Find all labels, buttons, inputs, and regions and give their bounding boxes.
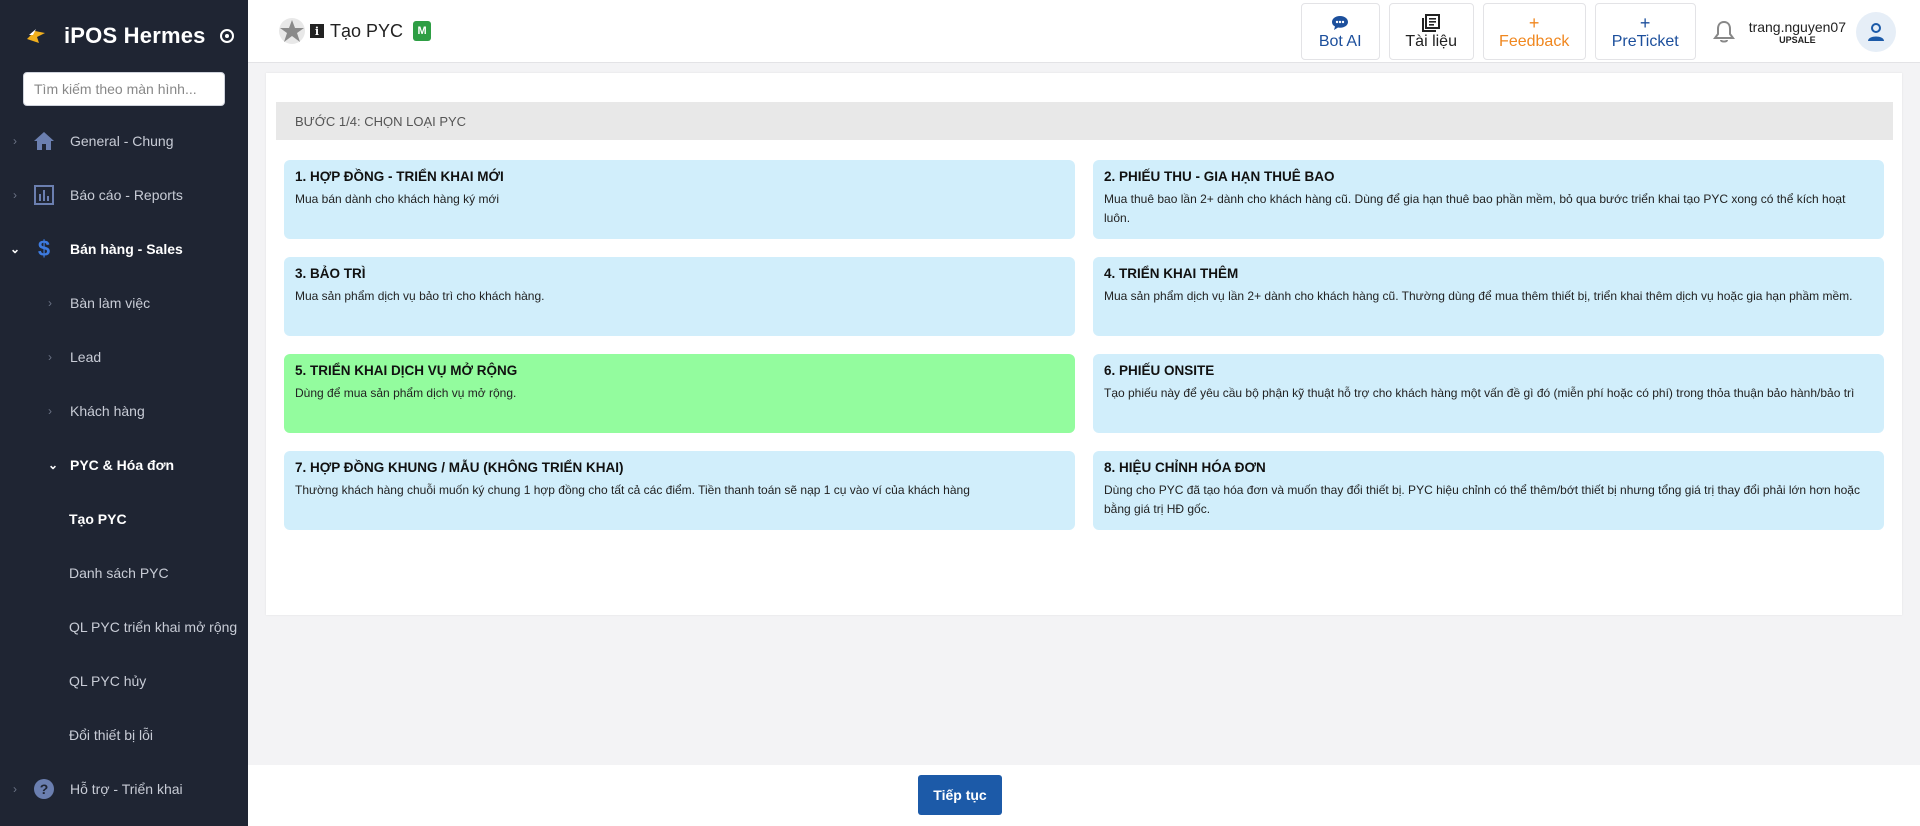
option-description: Dùng để mua sản phẩm dịch vụ mở rộng.: [295, 386, 517, 400]
preticket-button[interactable]: + PreTicket: [1594, 3, 1696, 60]
chevron-right-icon: ›: [13, 782, 17, 796]
sidebar-subitem-label: Bàn làm việc: [70, 295, 151, 311]
preticket-label: PreTicket: [1611, 32, 1679, 50]
option-title: 1. HỢP ĐỒNG - TRIỂN KHAI MỚI: [295, 169, 504, 184]
favorite-star-icon[interactable]: [278, 17, 306, 45]
chevron-right-icon: ›: [13, 188, 17, 202]
pyc-option-extended-service[interactable]: 5. TRIỂN KHAI DỊCH VỤ MỞ RỘNG Dùng để mu…: [284, 354, 1075, 433]
sidebar-menu: › General - Chung › Báo cáo - Reports ⌄ …: [0, 114, 248, 816]
option-description: Thường khách hàng chuỗi muốn ký chung 1 …: [295, 483, 970, 497]
chevron-down-icon: ⌄: [48, 458, 59, 472]
sidebar-subitem-workspace[interactable]: › Bàn làm việc: [0, 276, 248, 330]
bot-ai-label: Bot AI: [1318, 32, 1362, 50]
pyc-option-maintenance[interactable]: 3. BẢO TRÌ Mua sản phẩm dịch vụ bảo trì …: [284, 257, 1075, 336]
sidebar-item-label: General - Chung: [70, 133, 174, 149]
user-avatar-icon[interactable]: [1856, 11, 1896, 52]
option-description: Tạo phiếu này để yêu cầu bộ phận kỹ thuậ…: [1104, 386, 1855, 400]
home-icon: [30, 127, 58, 155]
option-description: Mua bán dành cho khách hàng ký mới: [295, 192, 499, 206]
sidebar-subitem-label: Khách hàng: [70, 403, 145, 419]
bar-chart-icon: [30, 181, 58, 209]
user-name: trang.nguyen07: [1748, 18, 1846, 35]
brand: iPOS Hermes: [0, 0, 248, 72]
sidebar-link-replace-device[interactable]: Đổi thiết bị lỗi: [0, 708, 248, 762]
option-title: 6. PHIẾU ONSITE: [1104, 363, 1215, 378]
feedback-button[interactable]: + Feedback: [1482, 3, 1586, 60]
bot-ai-button[interactable]: Bot AI: [1300, 3, 1380, 60]
feedback-label: Feedback: [1499, 32, 1570, 50]
sidebar-subitem-label: PYC & Hóa đơn: [70, 457, 175, 473]
sidebar-item-label: Báo cáo - Reports: [70, 187, 183, 203]
notification-bell-icon[interactable]: [1709, 17, 1739, 47]
plus-icon: +: [1639, 12, 1651, 33]
user-role: UPSALE: [1779, 34, 1816, 45]
step-indicator: BƯỚC 1/4: CHỌN LOẠI PYC: [276, 102, 1893, 140]
sidebar-subitem-customers[interactable]: › Khách hàng: [0, 384, 248, 438]
option-description: Dùng cho PYC đã tạo hóa đơn và muốn thay…: [1104, 483, 1860, 516]
mode-badge: M: [413, 21, 432, 41]
sidebar-link-pyc-cancel[interactable]: QL PYC hủy: [0, 654, 248, 708]
sidebar-item-reports[interactable]: › Báo cáo - Reports: [0, 168, 248, 222]
pyc-option-new-contract[interactable]: 1. HỢP ĐỒNG - TRIỂN KHAI MỚI Mua bán dàn…: [284, 160, 1075, 239]
sidebar-item-sales[interactable]: ⌄ $ Bán hàng - Sales: [0, 222, 248, 276]
sidebar-item-support[interactable]: › ? Hỗ trợ - Triển khai: [0, 762, 248, 816]
hermes-logo-icon: [24, 24, 48, 48]
chat-bubble-icon: [1331, 13, 1349, 33]
option-title: 3. BẢO TRÌ: [295, 266, 366, 281]
sidebar: iPOS Hermes › General - Chung › Báo cáo …: [0, 0, 248, 826]
sidebar-link-pyc-list[interactable]: Danh sách PYC: [0, 546, 248, 600]
option-title: 4. TRIỂN KHAI THÊM: [1104, 266, 1239, 281]
book-icon: [1422, 13, 1441, 33]
sidebar-subitem-lead[interactable]: › Lead: [0, 330, 248, 384]
svg-text:?: ?: [40, 781, 49, 797]
sidebar-link-create-pyc[interactable]: Tạo PYC: [0, 492, 248, 546]
option-description: Mua sản phẩm dịch vụ bảo trì cho khách h…: [295, 289, 545, 303]
pyc-option-onsite[interactable]: 6. PHIẾU ONSITE Tạo phiếu này để yêu cầu…: [1093, 354, 1884, 433]
plus-icon: +: [1528, 12, 1540, 33]
help-circle-icon: ?: [30, 775, 58, 803]
info-icon[interactable]: i: [310, 24, 324, 38]
chevron-right-icon: ›: [48, 296, 52, 310]
chevron-right-icon: ›: [48, 404, 52, 418]
pyc-type-card: BƯỚC 1/4: CHỌN LOẠI PYC 1. HỢP ĐỒNG - TR…: [266, 73, 1902, 615]
dollar-icon: $: [37, 236, 51, 261]
continue-button[interactable]: Tiếp tục: [918, 775, 1002, 815]
sidebar-toggle-icon[interactable]: [219, 29, 234, 43]
sidebar-subitem-label: Lead: [70, 349, 102, 365]
user-info[interactable]: trang.nguyen07 UPSALE: [1749, 19, 1846, 45]
action-footer: Tiếp tục: [248, 765, 1920, 826]
chevron-right-icon: ›: [48, 350, 52, 364]
option-title: 2. PHIẾU THU - GIA HẠN THUÊ BAO: [1104, 169, 1335, 184]
docs-label: Tài liệu: [1405, 32, 1457, 50]
option-description: Mua sản phẩm dịch vụ lần 2+ dành cho khá…: [1104, 289, 1853, 303]
chevron-right-icon: ›: [13, 134, 17, 148]
app-name: iPOS Hermes: [64, 23, 206, 48]
option-title: 7. HỢP ĐỒNG KHUNG / MẪU (KHÔNG TRIỂN KHA…: [295, 460, 624, 475]
option-description: Mua thuê bao lần 2+ dành cho khách hàng …: [1104, 192, 1846, 225]
pyc-option-framework-contract[interactable]: 7. HỢP ĐỒNG KHUNG / MẪU (KHÔNG TRIỂN KHA…: [284, 451, 1075, 530]
pyc-option-additional-deploy[interactable]: 4. TRIỂN KHAI THÊM Mua sản phẩm dịch vụ …: [1093, 257, 1884, 336]
page-title: Tạo PYC: [330, 20, 404, 41]
sidebar-link-pyc-expansion[interactable]: QL PYC triển khai mở rộng: [0, 600, 248, 654]
screen-search-input[interactable]: [23, 72, 225, 106]
option-title: 5. TRIỂN KHAI DỊCH VỤ MỞ RỘNG: [295, 363, 518, 378]
sidebar-item-label: Hỗ trợ - Triển khai: [70, 781, 183, 797]
sidebar-item-general[interactable]: › General - Chung: [0, 114, 248, 168]
sidebar-item-label: Bán hàng - Sales: [70, 241, 183, 257]
pyc-option-invoice-adjustment[interactable]: 8. HIỆU CHỈNH HÓA ĐƠN Dùng cho PYC đã tạ…: [1093, 451, 1884, 530]
pyc-option-subscription-renewal[interactable]: 2. PHIẾU THU - GIA HẠN THUÊ BAO Mua thuê…: [1093, 160, 1884, 239]
sidebar-subitem-pyc-invoice[interactable]: ⌄ PYC & Hóa đơn: [0, 438, 248, 492]
option-title: 8. HIỆU CHỈNH HÓA ĐƠN: [1104, 460, 1266, 475]
docs-button[interactable]: Tài liệu: [1388, 3, 1474, 60]
top-header: i Tạo PYC M Bot AI Tài liệu + Feedback +…: [248, 0, 1920, 63]
chevron-down-icon: ⌄: [9, 242, 21, 256]
